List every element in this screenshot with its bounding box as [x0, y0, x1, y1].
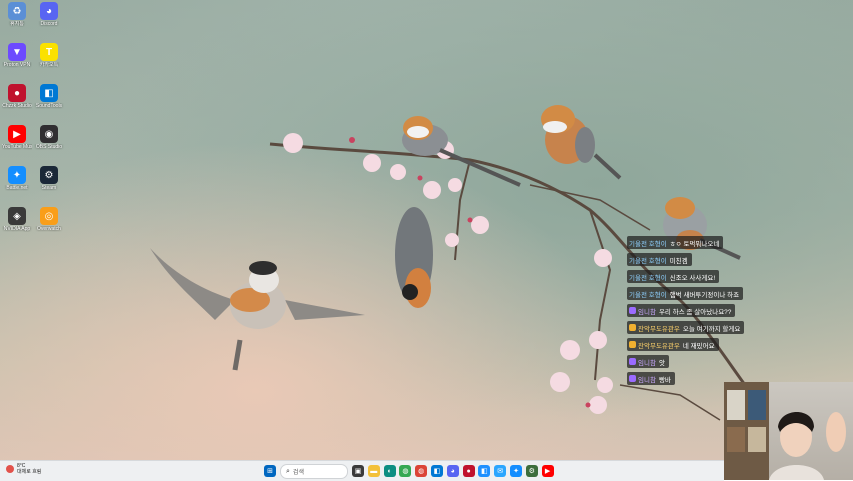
chat-badge-icon — [629, 375, 636, 382]
obs-icon: ◉ — [40, 125, 58, 143]
desktop-icon-recycle-bin[interactable]: ♻ 휴지통 — [2, 2, 32, 27]
chat-nickname: 잔악무도유관우 — [638, 342, 680, 350]
bird-top-right — [541, 105, 622, 180]
steam-icon: ⚙ — [40, 166, 58, 184]
taskbar-file-explorer-icon[interactable]: ▬ — [367, 465, 380, 477]
desktop-icon-obs[interactable]: ◉ OBS Studio — [34, 125, 64, 150]
taskbar-youtube-music-icon[interactable]: ▶ — [541, 465, 554, 477]
chat-message: 기울전 호형이 ㅎㅇ 토먹뭐나오네 — [627, 236, 724, 249]
chat-badge-icon — [629, 307, 636, 314]
webcam-overlay — [724, 382, 853, 480]
chat-text: 햄벅 새버투기정이나 하죠 — [669, 291, 740, 299]
desktop-icon-label: 카카오톡 — [39, 62, 59, 68]
taskbar-chrome-icon[interactable]: ◍ — [415, 465, 428, 477]
chat-text: 미친겜 — [669, 257, 688, 265]
chat-nickname: 임니참 — [638, 308, 656, 316]
chat-nickname: 기울전 호형이 — [629, 257, 667, 265]
desktop-icon-studio[interactable]: ● Chzzk Studio — [2, 84, 32, 109]
taskbar-search[interactable]: ⌕ 검색 — [280, 464, 348, 479]
battlenet-icon: ✦ — [8, 166, 26, 184]
taskbar-discord-icon[interactable]: ◕ — [446, 465, 459, 477]
chat-text: 앗 — [658, 359, 665, 367]
chat-message: 잔악무도유관우 네 재밌어요 — [627, 338, 719, 351]
chat-text: 우리 하스 좀 살아났나요?? — [658, 308, 732, 316]
chat-message: 임니참 앗 — [627, 355, 669, 368]
bird-flying — [150, 248, 365, 371]
chat-nickname: 임니참 — [638, 376, 656, 384]
chat-message: 기울전 호형이 햄벅 새버투기정이나 하죠 — [627, 287, 744, 300]
taskbar-app-icon[interactable]: ◧ — [431, 465, 443, 477]
desktop-icon-vpn[interactable]: ▼ Proton VPN — [2, 43, 32, 68]
desktop-icon-kakaotalk[interactable]: T 카카오톡 — [34, 43, 64, 68]
chat-nickname: 잔악무도유관우 — [638, 325, 680, 333]
chat-message: 잔악무도유관우 오늘 여기까지 할게요 — [627, 321, 745, 334]
recycle-bin-icon: ♻ — [8, 2, 26, 20]
weather-icon — [6, 465, 14, 473]
kakaotalk-icon: T — [40, 43, 58, 61]
taskbar-app-icon[interactable]: ◧ — [478, 465, 491, 477]
taskbar-start-icon[interactable]: ⊞ — [264, 465, 276, 477]
desktop-icon-label: Steam — [41, 185, 57, 191]
chat-text: 빵바 — [658, 376, 671, 384]
overwatch-icon: ◎ — [40, 207, 58, 225]
desktop-icon-label: Overwatch — [37, 226, 61, 232]
bird-hanging — [395, 207, 433, 308]
desktop-icon-label: SoundTools — [35, 103, 63, 109]
desktop-icon-label: YouTube Music — [2, 144, 32, 150]
search-placeholder: 검색 — [292, 470, 304, 476]
chat-message: 임니참 빵바 — [627, 372, 675, 385]
desktop-icon-label: 휴지통 — [10, 21, 24, 27]
chat-badge-icon — [629, 324, 636, 331]
desktop-icon-discord[interactable]: ◕ Discord — [34, 2, 64, 27]
desktop-icon-nvidia[interactable]: ◈ NVIDIA App — [2, 207, 32, 232]
chat-message: 기울전 호형이 미친겜 — [627, 253, 692, 266]
chat-nickname: 기울전 호형이 — [629, 274, 667, 282]
chat-badge-icon — [629, 341, 636, 348]
taskbar-task-view-icon[interactable]: ▣ — [352, 465, 364, 477]
chat-text: 네 재밌어요 — [682, 342, 715, 350]
desktop-icon-steam[interactable]: ⚙ Steam — [34, 166, 64, 191]
chat-text: 오늘 여기까지 할게요 — [682, 325, 741, 333]
desktop-icon-battlenet[interactable]: ✦ Battle.net — [2, 166, 32, 191]
taskbar: 8°C 대체로 흐림 ⌕ 검색 ⊞ ▣ ▬ ◐ ◍ ◍ ◧ ◕ ● ◧ ✉ ✦ ⚙ ▶ — [0, 460, 724, 481]
chat-nickname: 기울전 호형이 — [629, 291, 667, 299]
desktop-icon-label: Battle.net — [6, 185, 28, 191]
taskbar-steam-icon[interactable]: ⚙ — [525, 465, 538, 477]
chat-badge-icon — [629, 358, 636, 365]
chat-message: 임니참 우리 하스 좀 살아났나요?? — [627, 304, 736, 317]
bird-top-left — [402, 116, 521, 187]
webcam-scene — [724, 382, 846, 480]
chat-text: ㅎㅇ 토먹뭐나오네 — [669, 240, 720, 248]
youtube-music-icon: ▶ — [8, 125, 26, 143]
app-icon: ◧ — [40, 84, 58, 102]
taskbar-chat-icon[interactable]: ✉ — [494, 465, 507, 477]
taskbar-chrome-icon[interactable]: ◍ — [399, 465, 412, 477]
taskbar-battlenet-icon[interactable]: ✦ — [510, 465, 522, 477]
desktop-icon-youtube-music[interactable]: ▶YouTube Music — [2, 125, 32, 150]
weather-desc: 대체로 흐림 — [17, 469, 42, 475]
nvidia-icon: ◈ — [8, 207, 26, 225]
taskbar-edge-icon[interactable]: ◐ — [383, 465, 396, 477]
chat-message: 기울전 호형이 신조오 사사게요! — [627, 270, 720, 283]
studio-icon: ● — [8, 84, 26, 102]
desktop-icon-label: Proton VPN — [3, 62, 31, 68]
desktop-icon-app[interactable]: ◧ SoundTools — [34, 84, 64, 109]
desktop-icon-label: OBS Studio — [35, 144, 63, 150]
weather-widget[interactable]: 8°C 대체로 흐림 — [6, 463, 41, 475]
vpn-icon: ▼ — [8, 43, 26, 61]
discord-icon: ◕ — [40, 2, 58, 20]
desktop-icon-label: Chzzk Studio — [2, 103, 32, 109]
chat-nickname: 임니참 — [638, 359, 656, 367]
taskbar-studio-icon[interactable]: ● — [462, 465, 475, 477]
chat-nickname: 기울전 호형이 — [629, 240, 667, 248]
desktop-icon-overwatch[interactable]: ◎ Overwatch — [34, 207, 64, 232]
chat-text: 신조오 사사게요! — [669, 274, 716, 282]
desktop-icon-label: Discord — [40, 21, 58, 27]
search-icon: ⌕ — [286, 467, 290, 475]
desktop-icon-label: NVIDIA App — [3, 226, 31, 232]
